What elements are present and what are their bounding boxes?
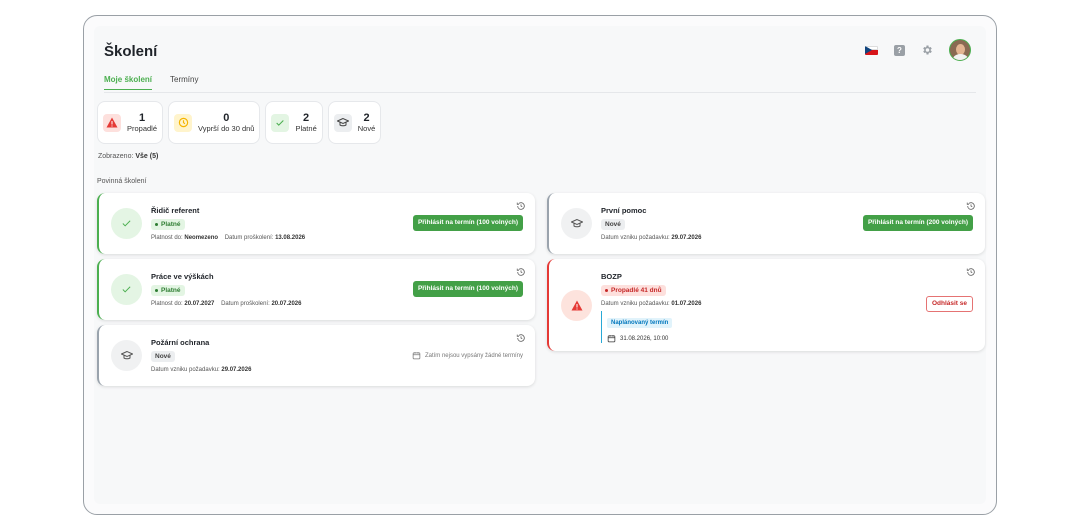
training-card[interactable]: Požární ochrana Nové Datum vzniku požada… [97, 325, 535, 386]
check-icon [111, 208, 142, 239]
avatar[interactable] [949, 39, 971, 61]
tab-divider [104, 92, 976, 93]
graduation-cap-icon [561, 208, 592, 239]
history-icon[interactable] [966, 201, 976, 211]
stat-value: 0 [223, 112, 230, 124]
status-badge: Propadlé 41 dnů [601, 285, 666, 296]
page-title: Školení [104, 43, 158, 60]
training-name: Požární ochrana [151, 338, 210, 347]
status-badge: Platné [151, 219, 185, 230]
help-icon[interactable]: ? [894, 44, 905, 56]
status-text: Platné [161, 221, 181, 228]
training-meta: Datum vzniku požadavku: 29.07.2026 [601, 235, 702, 241]
history-icon[interactable] [516, 201, 526, 211]
tab-bar: Moje školení Termíny [104, 75, 198, 90]
scheduled-date: 31.08.2026, 10:00 [620, 335, 669, 342]
register-button[interactable]: Přihlásit na termín (100 volných) [412, 281, 523, 297]
graduation-cap-icon [111, 340, 142, 371]
no-terms-note: Zatím nejsou vypsány žádné termíny [412, 351, 523, 360]
status-text: Nové [605, 221, 621, 228]
status-text: Platné [161, 287, 181, 294]
history-icon[interactable] [516, 267, 526, 277]
training-meta: Datum vzniku požadavku: 29.07.2026 [151, 367, 252, 373]
filter-summary: Zobrazeno: Vše (5) [98, 153, 158, 160]
stat-label: Nové [357, 124, 376, 133]
register-button[interactable]: Přihlásit na termín (200 volných) [862, 215, 973, 231]
stat-valid[interactable]: 2 Platné [265, 101, 323, 144]
training-card[interactable]: První pomoc Nové Datum vzniku požadavku:… [547, 193, 985, 254]
check-icon [111, 274, 142, 305]
status-text: Nové [155, 353, 171, 360]
training-card[interactable]: Řidič referent Platné Platnost do: Neome… [97, 193, 535, 254]
graduation-cap-icon [333, 113, 352, 132]
status-badge: Platné [151, 285, 185, 296]
history-icon[interactable] [516, 333, 526, 343]
training-card[interactable]: Práce ve výškách Platné Platnost do: 20.… [97, 259, 535, 320]
scheduled-label: Naplánovaný termín [607, 318, 673, 328]
scheduled-term: Naplánovaný termín 31.08.2026, 10:00 [601, 311, 673, 343]
calendar-icon [607, 335, 616, 343]
calendar-icon [412, 352, 421, 360]
stat-label: Vyprší do 30 dnů [198, 124, 255, 133]
stat-value: 2 [363, 112, 370, 124]
unregister-button[interactable]: Odhlásit se [925, 296, 973, 312]
stat-label: Propadlé [127, 124, 158, 133]
clock-icon [174, 113, 193, 132]
stat-value: 1 [138, 112, 146, 124]
content-area: Školení ? Moje školení Termíny 1 Propadlé [94, 26, 986, 504]
history-icon[interactable] [966, 267, 976, 277]
app-window: Školení ? Moje školení Termíny 1 Propadlé [83, 15, 997, 515]
stat-expiring[interactable]: 0 Vyprší do 30 dnů [168, 101, 261, 144]
status-text: Propadlé 41 dnů [611, 287, 662, 294]
training-name: Práce ve výškách [151, 272, 214, 281]
training-meta: Platnost do: 20.07.2027 Datum proškolení… [151, 301, 302, 307]
tab-moje-skoleni[interactable]: Moje školení [104, 75, 153, 90]
filter-label: Zobrazeno: [98, 153, 134, 160]
gear-icon[interactable] [921, 44, 933, 56]
cz-flag-icon[interactable] [865, 45, 878, 55]
section-title: Povinná školení [97, 178, 147, 185]
warning-icon [561, 290, 592, 321]
filter-value: Vše (5) [135, 153, 159, 160]
no-terms-text: Zatím nejsou vypsány žádné termíny [424, 352, 523, 359]
status-badge: Nové [601, 219, 625, 230]
status-badge: Nové [151, 351, 175, 362]
training-card[interactable]: BOZP Propadlé 41 dnů Datum vzniku požada… [547, 259, 985, 351]
training-name: BOZP [601, 272, 622, 281]
tab-terminy[interactable]: Termíny [170, 75, 198, 90]
stat-label: Platné [295, 124, 317, 133]
training-name: První pomoc [601, 206, 647, 215]
top-icons: ? [865, 39, 971, 61]
warning-icon [103, 113, 121, 132]
stat-value: 2 [303, 112, 310, 124]
scheduled-date-row: 31.08.2026, 10:00 [607, 334, 672, 343]
stat-expired[interactable]: 1 Propadlé [97, 101, 164, 144]
check-icon [271, 113, 290, 132]
stat-new[interactable]: 2 Nové [327, 101, 382, 144]
training-name: Řidič referent [151, 206, 200, 215]
training-meta: Datum vzniku požadavku: 01.07.2026 [601, 301, 702, 307]
stats-row: 1 Propadlé 0 Vyprší do 30 dnů 2 Platné 2 Nov… [97, 101, 382, 144]
register-button[interactable]: Přihlásit na termín (100 volných) [412, 215, 523, 231]
training-meta: Platnost do: Neomezeno Datum proškolení:… [151, 235, 306, 241]
